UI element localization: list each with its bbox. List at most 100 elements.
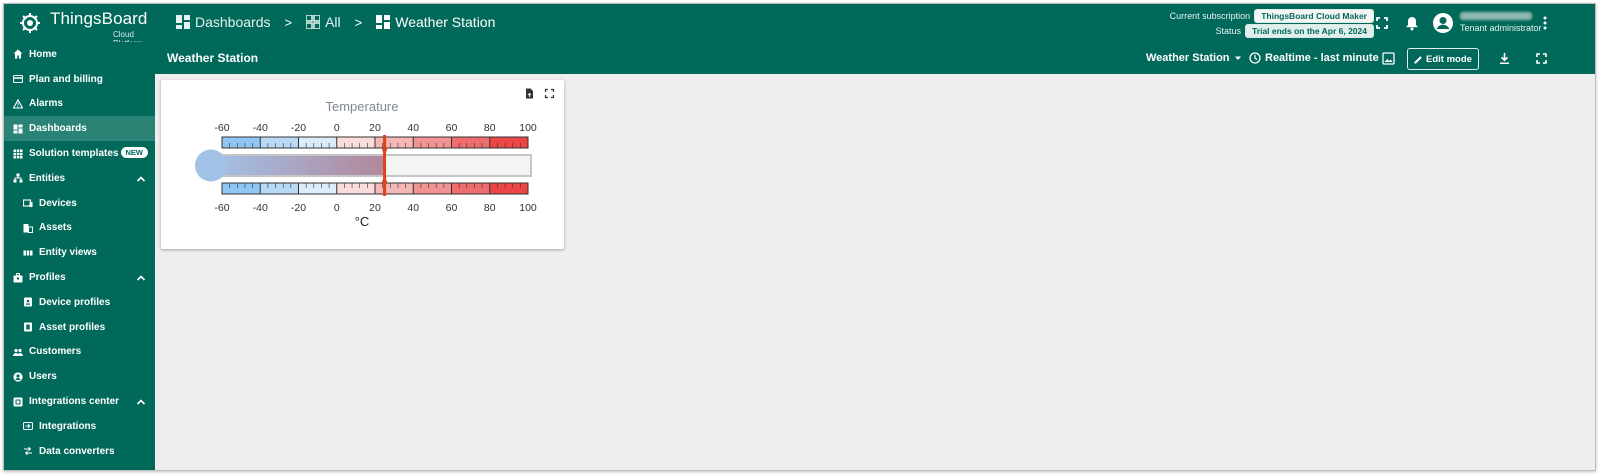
account-avatar-icon[interactable] [1432,12,1454,34]
breadcrumb-all[interactable]: All [306,14,341,30]
dashboard-toolbar: Weather Station Weather Station Realtime… [155,42,1595,74]
subscription-info: Current subscription ThingsBoard Cloud M… [1154,9,1374,39]
fullscreen-icon[interactable] [1535,52,1548,65]
fullscreen-icon[interactable] [1374,15,1390,31]
breadcrumb-label: Weather Station [395,14,496,30]
dashboard-canvas: Temperature -60 -40 -20 0 20 40 60 80 100 -60 -40… [155,74,1595,470]
breadcrumb-weather-station: Weather Station [376,14,495,30]
warning-icon [13,98,23,109]
user-name-blurred [1460,12,1532,20]
gauge-title: Temperature [326,99,399,114]
device-profiles-icon [24,297,32,307]
scale-band [413,137,452,148]
scale-band [260,183,299,194]
timewindow-label: Realtime - last minute [1265,52,1379,64]
scale-bottom [221,182,529,195]
sidebar-item-dashboards[interactable]: Dashboards [4,116,155,142]
gauge-fill [211,156,385,175]
chevron-up-icon[interactable] [136,174,146,184]
sidebar-item-label: Home [29,48,57,60]
tick-label: -20 [291,202,306,214]
sidebar-item-solution-templates[interactable]: Solution templates NEW [4,141,155,166]
scale-band [298,183,337,194]
tick-label: 100 [519,122,537,134]
more-vert-icon[interactable] [1537,15,1553,31]
tick-label: 0 [334,122,340,134]
tick-label: 20 [369,202,381,214]
breadcrumb-dashboards[interactable]: Dashboards [176,14,271,30]
tick-label: 60 [446,202,458,214]
sidebar-item-label: Data converters [39,445,115,457]
timewindow-button[interactable]: Realtime - last minute [1249,52,1379,64]
thingsboard-logo-icon [20,13,40,33]
dashboard-state-label: Weather Station [1146,52,1230,64]
sidebar-item-alarms[interactable]: Alarms [4,92,155,117]
chevron-up-icon[interactable] [136,273,146,283]
notifications-bell-icon[interactable] [1404,15,1420,31]
asset-profiles-icon [24,322,32,332]
assets-icon [23,223,33,233]
edit-mode-label: Edit mode [1426,53,1472,65]
user-role: Tenant administrator [1460,23,1542,33]
logo[interactable]: ThingsBoard Cloud Platform [18,9,158,48]
dashboard-state-select[interactable]: Weather Station [1146,52,1242,64]
edit-mode-button[interactable]: Edit mode [1407,48,1479,70]
sidebar-item-integrations[interactable]: Integrations [4,414,155,439]
chevron-up-icon[interactable] [136,397,146,407]
sidebar-item-assets[interactable]: Assets [4,216,155,241]
new-badge: NEW [120,147,148,159]
sidebar-item-entity-views[interactable]: Entity views [4,240,155,265]
gauge-units: °C [355,214,370,229]
sidebar-item-label: Plan and billing [29,73,103,85]
dashboard-icon [176,15,190,29]
sidebar-item-integrations-center[interactable]: Integrations center [4,389,155,414]
billing-icon [13,75,23,84]
sidebar-item-home[interactable]: Home [4,42,155,67]
temperature-widget: Temperature -60 -40 -20 0 20 40 60 80 100 -60 -40… [161,80,564,249]
breadcrumb-separator: > [354,14,363,30]
tick-label: 80 [484,202,496,214]
dashboard-icon [376,15,391,29]
arrow-drop-down-icon [1234,56,1241,60]
tick-label: -40 [253,122,268,134]
sidebar-item-data-converters[interactable]: Data converters [4,439,155,464]
tick-label: -60 [214,202,229,214]
data-converters-icon [24,447,32,456]
pencil-icon [1414,55,1422,63]
scale-band [413,183,452,194]
dashboards-group-icon [306,15,321,29]
scale-band [336,183,375,194]
sidebar-item-customers[interactable]: Customers [4,340,155,365]
sidebar-item-label: Devices [39,197,77,209]
integrations-icon [23,422,33,431]
sidebar-item-label: Profiles [29,272,66,284]
download-icon[interactable] [1498,52,1511,65]
scale-top [221,136,529,149]
subscription-plan-chip[interactable]: ThingsBoard Cloud Maker [1254,9,1374,23]
integrations-center-icon [13,397,23,407]
sidebar-item-devices[interactable]: Devices [4,191,155,216]
image-export-icon[interactable] [1382,52,1395,65]
clock-icon [1249,52,1261,64]
sidebar-item-entities[interactable]: Entities [4,166,155,191]
scale-band [375,137,414,148]
sidebar-item-users[interactable]: Users [4,364,155,389]
status-label: Status [1215,26,1242,36]
grid-icon [13,149,23,159]
status-badge: Trial ends on the Apr 6, 2024 [1245,24,1374,38]
sidebar-item-asset-profiles[interactable]: Asset profiles [4,315,155,340]
sidebar-item-device-profiles[interactable]: Device profiles [4,290,155,315]
sidebar: Home Plan and billing Alarms Dashboards … [4,42,155,470]
breadcrumb-label: All [325,14,341,30]
entity-views-icon [23,250,33,256]
sidebar-item-label: Integrations [39,420,97,432]
brand-name: ThingsBoard [50,9,148,28]
sidebar-item-profiles[interactable]: Profiles [4,265,155,290]
app-window: ThingsBoard Cloud Platform Dashboards > … [3,3,1596,471]
tick-label: -20 [291,122,306,134]
sidebar-item-plan-and-billing[interactable]: Plan and billing [4,67,155,92]
tick-label: -40 [253,202,268,214]
tick-label: 40 [407,122,419,134]
scale-band [489,183,528,194]
tick-label: 60 [446,122,458,134]
